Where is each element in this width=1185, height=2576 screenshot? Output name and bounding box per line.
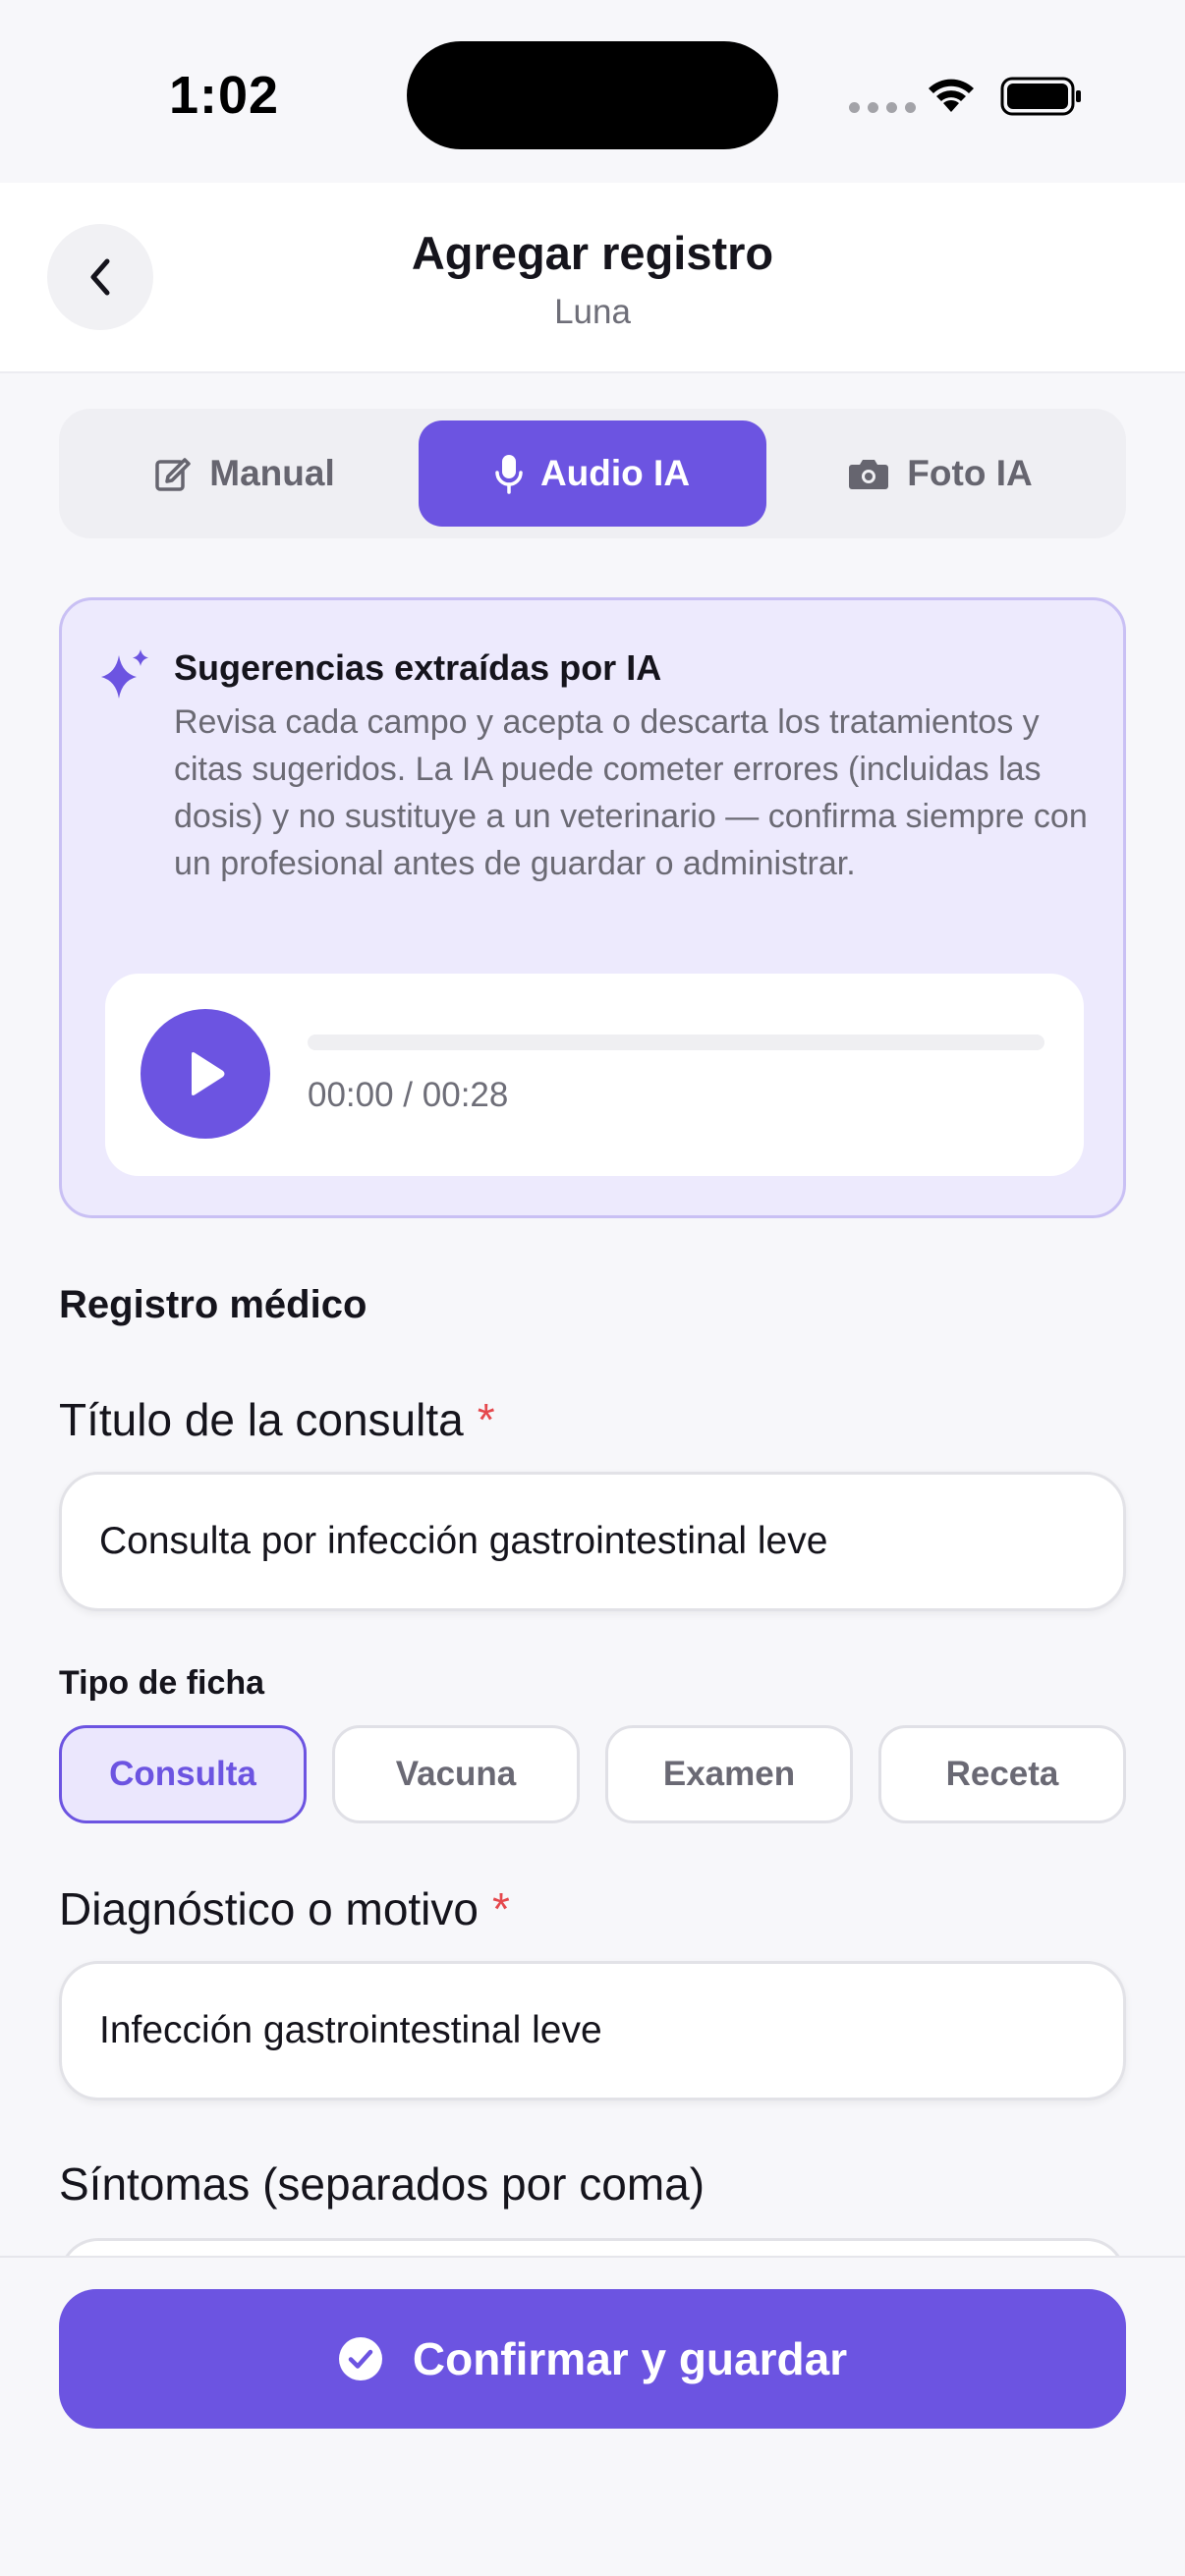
check-circle-icon: [338, 2337, 382, 2380]
record-type-label: Tipo de ficha: [59, 1664, 265, 1702]
play-icon: [192, 1052, 225, 1095]
audio-time: 00:00 / 00:28: [308, 1076, 509, 1114]
ai-suggestions-card: Sugerencias extraídas por IA Revisa cada…: [59, 597, 1126, 1218]
audio-player: 00:00 / 00:28: [105, 974, 1084, 1176]
tab-manual[interactable]: Manual: [71, 420, 419, 527]
chip-consulta[interactable]: Consulta: [59, 1725, 307, 1823]
tab-foto-ia[interactable]: Foto IA: [766, 420, 1114, 527]
microphone-icon: [495, 455, 523, 494]
page-title: Agregar registro: [411, 227, 774, 279]
required-mark: *: [477, 1394, 495, 1445]
wifi-icon: [929, 79, 974, 112]
diagnosis-input[interactable]: Infección gastrointestinal leve: [59, 1961, 1126, 2100]
title-input[interactable]: Consulta por infección gastrointestinal …: [59, 1472, 1126, 1611]
input-mode-selector: Manual Audio IA Foto IA: [59, 409, 1126, 538]
pet-name: Luna: [554, 293, 631, 331]
ai-card-title: Sugerencias extraídas por IA: [174, 647, 662, 688]
edit-icon: [155, 458, 192, 491]
chip-vacuna[interactable]: Vacuna: [332, 1725, 580, 1823]
confirm-save-button[interactable]: Confirmar y guardar: [59, 2289, 1126, 2429]
required-mark: *: [491, 1883, 510, 1934]
audio-progress-bar[interactable]: [308, 1035, 1044, 1050]
play-button[interactable]: [141, 1009, 270, 1139]
header: Agregar registro Luna: [0, 183, 1185, 373]
battery-icon: [1000, 77, 1081, 116]
cellular-signal-icon: [849, 102, 916, 113]
camera-icon: [849, 460, 889, 489]
tab-foto-ia-label: Foto IA: [907, 453, 1033, 493]
tab-audio-ia-label: Audio IA: [539, 453, 691, 493]
title-field-label: Título de la consulta *: [59, 1394, 495, 1445]
confirm-save-label: Confirmar y guardar: [412, 2333, 848, 2384]
chip-receta[interactable]: Receta: [878, 1725, 1126, 1823]
symptoms-field-label: Síntomas (separados por coma): [59, 2158, 705, 2210]
ai-card-disclaimer: Revisa cada campo y acepta o descarta lo…: [174, 703, 1088, 882]
section-title: Registro médico: [59, 1283, 367, 1326]
footer: Confirmar y guardar: [0, 2256, 1185, 2576]
dynamic-island: [407, 41, 778, 149]
tab-manual-label: Manual: [209, 453, 335, 493]
chip-examen[interactable]: Examen: [605, 1725, 853, 1823]
status-time: 1:02: [169, 66, 280, 125]
sparkles-icon: [101, 649, 148, 699]
status-bar: 1:02: [0, 0, 1185, 183]
diagnosis-field-label: Diagnóstico o motivo *: [59, 1883, 510, 1934]
tab-audio-ia[interactable]: Audio IA: [419, 420, 766, 527]
